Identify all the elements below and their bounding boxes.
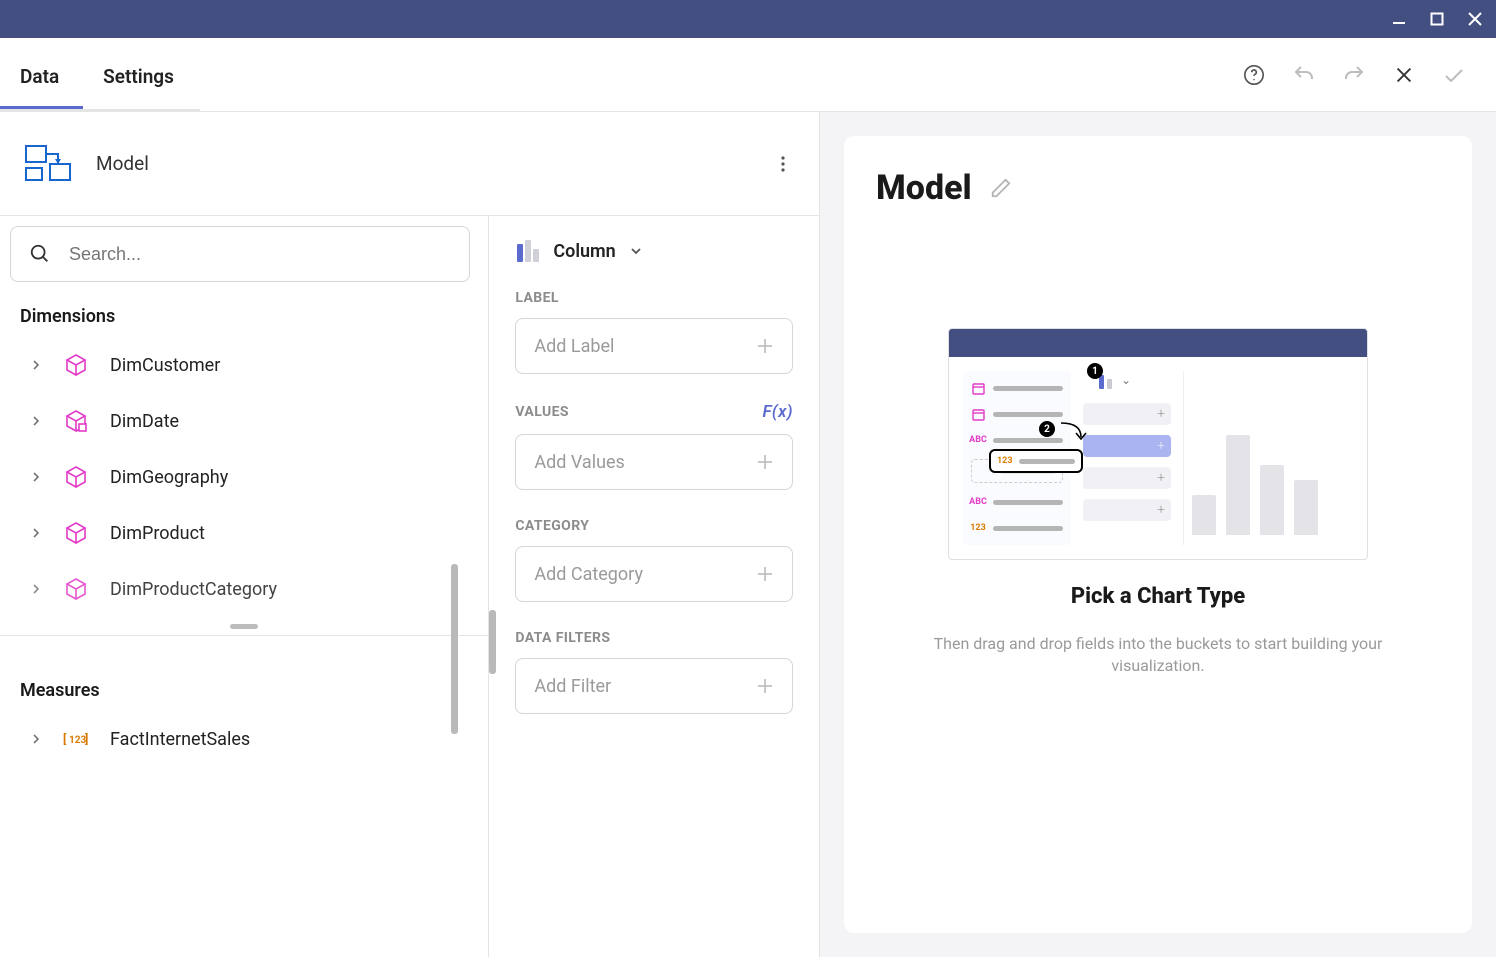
placeholder-subtitle: Then drag and drop fields into the bucke… — [918, 633, 1398, 678]
svg-text:123: 123 — [69, 735, 86, 746]
canvas-title: Model — [876, 168, 972, 208]
chart-type-selector[interactable]: Column — [515, 240, 793, 262]
window-titlebar — [0, 0, 1496, 38]
plus-icon — [756, 677, 774, 695]
dimension-item[interactable]: DimGeography — [0, 449, 488, 505]
scrollbar-thumb[interactable] — [451, 564, 458, 734]
chevron-down-icon — [630, 245, 642, 257]
chevron-right-icon — [30, 360, 42, 370]
dimension-label: DimProductCategory — [110, 579, 277, 600]
add-label-placeholder: Add Label — [534, 336, 614, 357]
svg-text:]: ] — [85, 731, 88, 746]
canvas-card: Model ABC ABC 1 — [844, 136, 1472, 933]
placeholder-illustration: ABC ABC 123 1 ⌄ + + + + 2 — [948, 328, 1368, 560]
measures-header: Measures — [0, 666, 488, 711]
model-title: Model — [96, 152, 149, 175]
dimension-label: DimCustomer — [110, 355, 220, 376]
dimension-item[interactable]: DimCustomer — [0, 337, 488, 393]
canvas-area: Model ABC ABC 1 — [820, 112, 1496, 957]
add-filter-slot[interactable]: Add Filter — [515, 658, 793, 714]
svg-text:[: [ — [63, 731, 67, 746]
chart-type-label: Column — [553, 241, 615, 262]
number-icon: [123] — [62, 725, 90, 753]
plus-icon — [756, 337, 774, 355]
redo-icon[interactable] — [1342, 63, 1366, 87]
dimension-item[interactable]: DimProduct — [0, 505, 488, 561]
search-input[interactable] — [10, 226, 470, 282]
scrollbar-thumb[interactable] — [489, 610, 496, 674]
cube-icon — [62, 463, 90, 491]
dimensions-header: Dimensions — [0, 292, 488, 337]
cube-icon — [62, 575, 90, 603]
kebab-menu-icon[interactable] — [771, 152, 795, 176]
config-panel: Column LABEL Add Label VALUES F(x) Add V… — [489, 216, 819, 957]
panel-resize-handle[interactable] — [0, 617, 488, 635]
dimensions-list: DimCustomer DimDate DimGeography — [0, 337, 488, 617]
cube-icon — [62, 519, 90, 547]
column-chart-icon — [515, 240, 539, 262]
window-maximize-button[interactable] — [1428, 10, 1446, 28]
edit-title-icon[interactable] — [990, 177, 1012, 199]
add-category-placeholder: Add Category — [534, 564, 643, 585]
measure-item[interactable]: [123] FactInternetSales — [0, 711, 488, 767]
filters-section-header: DATA FILTERS — [515, 630, 793, 646]
search-icon — [29, 243, 51, 265]
app-header: Data Settings — [0, 38, 1496, 112]
add-category-slot[interactable]: Add Category — [515, 546, 793, 602]
add-label-slot[interactable]: Add Label — [515, 318, 793, 374]
plus-icon — [756, 565, 774, 583]
cube-icon — [62, 351, 90, 379]
cube-icon — [62, 407, 90, 435]
model-icon — [24, 142, 72, 186]
add-values-placeholder: Add Values — [534, 452, 625, 473]
chevron-right-icon — [30, 528, 42, 538]
add-filter-placeholder: Add Filter — [534, 676, 611, 697]
values-section-header: VALUES F(x) — [515, 402, 793, 422]
label-section-header: LABEL — [515, 290, 793, 306]
measure-label: FactInternetSales — [110, 729, 250, 750]
chevron-right-icon — [30, 734, 42, 744]
dimension-label: DimDate — [110, 411, 179, 432]
help-icon[interactable] — [1242, 63, 1266, 87]
placeholder-title: Pick a Chart Type — [1071, 584, 1245, 609]
chevron-right-icon — [30, 416, 42, 426]
dimension-item[interactable]: DimDate — [0, 393, 488, 449]
category-section-header: CATEGORY — [515, 518, 793, 534]
dimension-label: DimProduct — [110, 523, 205, 544]
search-field[interactable] — [69, 244, 451, 265]
fields-panel: Dimensions DimCustomer DimDate — [0, 216, 489, 957]
confirm-icon[interactable] — [1442, 63, 1466, 87]
chevron-right-icon — [30, 472, 42, 482]
add-values-slot[interactable]: Add Values — [515, 434, 793, 490]
chevron-right-icon — [30, 584, 42, 594]
window-minimize-button[interactable] — [1390, 10, 1408, 28]
window-close-button[interactable] — [1466, 10, 1484, 28]
empty-placeholder: ABC ABC 123 1 ⌄ + + + + 2 — [876, 328, 1440, 678]
tab-data[interactable]: Data — [20, 41, 59, 108]
dimension-label: DimGeography — [110, 467, 228, 488]
fx-button[interactable]: F(x) — [762, 402, 793, 422]
plus-icon — [756, 453, 774, 471]
undo-icon[interactable] — [1292, 63, 1316, 87]
tab-settings[interactable]: Settings — [103, 41, 174, 108]
close-icon[interactable] — [1392, 63, 1416, 87]
model-bar: Model — [0, 112, 819, 216]
dimension-item[interactable]: DimProductCategory — [0, 561, 488, 617]
